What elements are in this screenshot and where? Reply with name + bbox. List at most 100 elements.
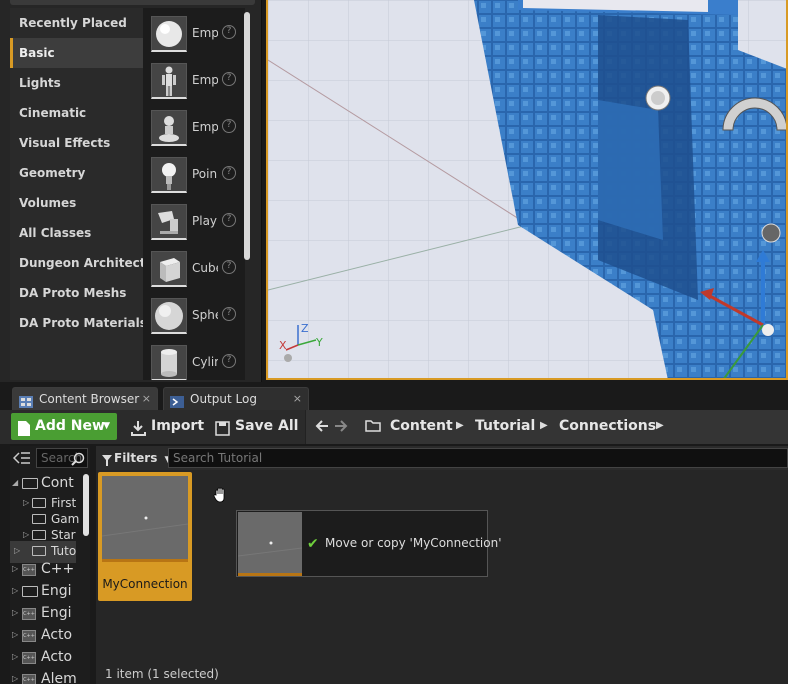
cube-icon [151,251,187,287]
items-scrollbar[interactable] [244,12,250,260]
tree-row-cpp[interactable]: ▷ C++ C++ [10,559,90,581]
import-icon [131,419,146,446]
close-icon[interactable]: × [293,388,302,410]
place-item-empty-character[interactable]: Emp ? [149,61,245,101]
expand-icon[interactable]: ▷ [12,652,18,661]
category-list: Recently Placed Basic Lights Cinematic V… [10,8,143,380]
category-all-classes[interactable]: All Classes [10,218,143,248]
help-icon[interactable]: ? [222,213,236,227]
place-item-label: Play [192,214,218,228]
placeable-items-list: Emp ? Emp ? Emp ? Poin ? Play ? Cub ? Sp… [143,8,245,380]
breadcrumb-tutorial[interactable]: Tutorial [475,410,535,442]
filters-label: Filters [114,451,158,465]
chevron-right-icon[interactable]: ▶ [540,410,548,442]
help-icon[interactable]: ? [222,25,236,39]
sphere-icon [151,298,187,334]
close-icon[interactable]: × [142,388,151,410]
add-new-label: Add New [35,418,105,434]
add-new-button[interactable]: Add New ▼ [11,413,117,440]
category-visual-effects[interactable]: Visual Effects [10,128,143,158]
category-da-proto-meshs[interactable]: DA Proto Meshs [10,278,143,308]
category-cinematic[interactable]: Cinematic [10,98,143,128]
help-icon[interactable]: ? [222,72,236,86]
tree-row-alembic[interactable]: ▷ C++ Alem [10,669,90,684]
expand-icon[interactable]: ◢ [12,478,18,487]
tree-row-label: Alem [41,671,77,684]
filters-button[interactable]: Filters ▼ [102,448,171,468]
help-icon[interactable]: ? [222,119,236,133]
save-all-label: Save All [235,418,299,434]
category-da-proto-materials[interactable]: DA Proto Materials [10,308,143,338]
back-arrow-icon[interactable] [315,419,329,436]
character-icon [151,63,187,99]
place-item-label: Emp [192,120,218,134]
category-basic[interactable]: Basic [10,38,143,68]
expand-icon[interactable]: ▷ [12,586,18,595]
chevron-right-icon[interactable]: ▶ [456,410,464,442]
help-icon[interactable]: ? [222,260,236,274]
place-item-cylinder[interactable]: Cylir ? [149,343,245,380]
tree-row-label: Acto [41,627,73,643]
asset-search-input[interactable]: Search Tutorial [168,448,788,468]
expand-icon[interactable]: ▷ [12,564,18,573]
tree-scrollbar[interactable] [83,474,89,536]
tree-row-actor-2[interactable]: ▷ C++ Acto [10,647,90,669]
expand-icon[interactable]: ▷ [12,674,18,683]
directional-light-icon[interactable] [645,85,671,111]
tree-row-label: Star [51,528,76,542]
import-button[interactable]: Import [131,413,204,440]
save-all-button[interactable]: Save All [215,413,298,440]
category-recently-placed[interactable]: Recently Placed [10,8,143,38]
help-icon[interactable]: ? [222,307,236,321]
breadcrumb-content[interactable]: Content [390,410,453,442]
place-item-player-start[interactable]: Play ? [149,202,245,242]
tree-row-content[interactable]: ◢ Cont [10,473,80,495]
help-icon[interactable]: ? [222,354,236,368]
place-item-empty-actor[interactable]: Emp ? [149,14,245,54]
forward-arrow-icon[interactable] [334,419,348,436]
tree-row-actor-1[interactable]: ▷ C++ Acto [10,625,90,647]
sphere-icon [151,16,187,52]
tree-row-label: First [51,496,77,510]
place-item-cube[interactable]: Cube ? [149,249,245,289]
tree-row-label: Gam [51,512,80,526]
category-geometry[interactable]: Geometry [10,158,143,188]
pawn-icon [151,110,187,146]
panel-tab-bar: Content Browser × Output Log × [0,382,788,410]
expand-icon[interactable]: ▷ [23,530,29,539]
cylinder-icon [151,345,187,380]
panel-search-bar[interactable] [10,0,255,5]
cpp-folder-icon: C++ [22,630,36,642]
collapse-tree-icon[interactable] [12,451,31,468]
place-item-point-light[interactable]: Poin ? [149,155,245,195]
category-dungeon-architect[interactable]: Dungeon Architect [10,248,143,278]
expand-icon[interactable]: ▷ [23,498,29,507]
place-item-sphere[interactable]: Sphe ? [149,296,245,336]
chevron-right-icon[interactable]: ▶ [656,410,664,442]
drag-message: Move or copy 'MyConnection' [325,536,502,550]
new-file-icon [18,419,30,446]
help-icon[interactable]: ? [222,166,236,180]
tab-output-log[interactable]: Output Log × [163,387,309,410]
level-viewport[interactable]: Z Y X [266,0,788,380]
tree-row-engine-cpp[interactable]: ▷ C++ Engi [10,603,90,625]
tab-content-browser[interactable]: Content Browser × [12,387,158,410]
tree-row-label: C++ [41,561,75,577]
axis-label-x: X [279,339,287,352]
place-item-empty-pawn[interactable]: Emp ? [149,108,245,148]
light-bulb-icon [151,157,187,193]
category-volumes[interactable]: Volumes [10,188,143,218]
expand-icon[interactable]: ▷ [12,630,18,639]
asset-tile-myconnection[interactable]: MyConnection [98,472,192,601]
breadcrumb-connections[interactable]: Connections [559,410,656,442]
category-lights[interactable]: Lights [10,68,143,98]
tree-row-label: Acto [41,649,73,665]
tree-row-label: Tuto [51,544,77,558]
drag-thumbnail [237,512,303,576]
tree-row-engine[interactable]: ▷ Engi [10,581,90,603]
search-icon[interactable] [71,452,85,469]
asset-view: MyConnection ✔ Move or copy 'MyConnectio… [96,470,788,684]
place-item-label: Emp [192,73,218,87]
expand-icon[interactable]: ▷ [12,608,18,617]
expand-icon[interactable]: ▷ [14,546,20,555]
